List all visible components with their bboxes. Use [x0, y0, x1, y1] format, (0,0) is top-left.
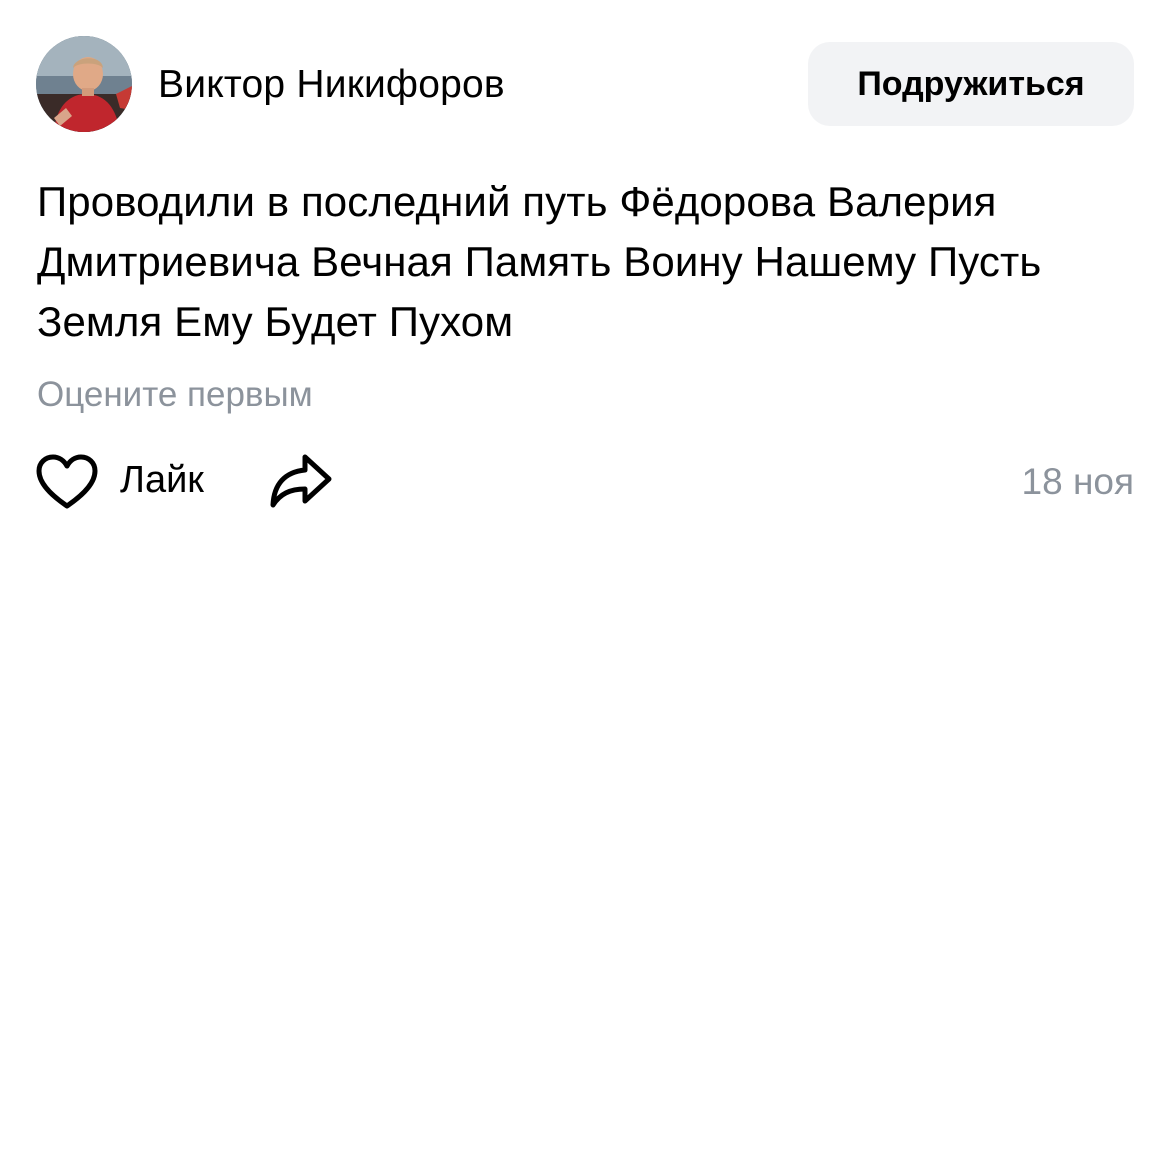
post-text: Проводили в последний путь Фёдорова Вале… [37, 178, 1042, 345]
post-actions: Лайк 18 ноя [36, 446, 1134, 516]
share-icon[interactable] [268, 452, 334, 510]
author-name[interactable]: Виктор Никифоров [158, 62, 505, 108]
post-card: Виктор Никифоров Подружиться Проводили в… [0, 0, 1170, 1155]
post-date: 18 ноя [1021, 461, 1134, 502]
like-button[interactable]: Лайк [36, 446, 226, 516]
avatar[interactable] [36, 36, 132, 132]
avatar-photo [36, 36, 132, 132]
post-header: Виктор Никифоров Подружиться [36, 36, 1134, 132]
like-label: Лайк [120, 459, 204, 501]
add-friend-button[interactable]: Подружиться [808, 42, 1134, 126]
heart-icon [36, 454, 98, 509]
rate-first-hint[interactable]: Оцените первым [37, 373, 313, 417]
